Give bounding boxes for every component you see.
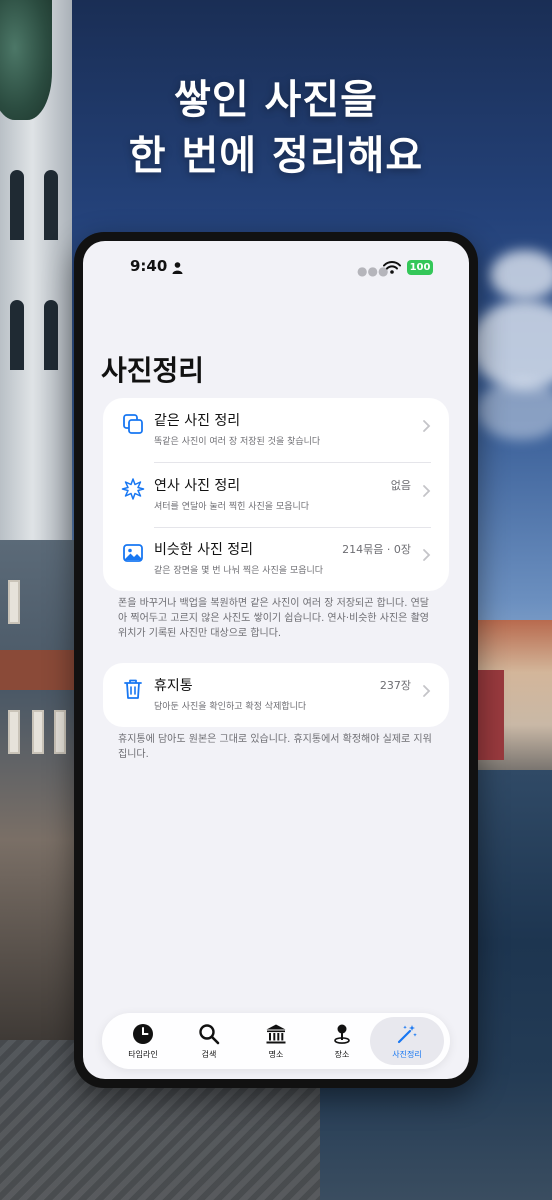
headline-line-2: 한 번에 정리해요 [128,133,424,179]
tab-search[interactable]: 검색 [176,1017,242,1065]
chevron-right-icon [423,685,431,697]
trash-icon [124,679,142,699]
burst-photos-icon [121,478,145,500]
tab-places[interactable]: 장소 [309,1017,375,1065]
cleanup-row-burst[interactable]: 연사 사진 정리 셔터를 연달아 눌러 찍힌 사진을 모읍니다 없음 [103,463,449,527]
cloud [490,250,552,300]
phone-screen: 9:40 ●●● 100 사진정리 같은 사진 정리 똑같은 사진이 여러 장 … [83,241,469,1079]
search-icon [199,1024,220,1045]
house-window [8,710,20,754]
tower-window [44,300,58,370]
row-meta: 237장 [379,679,411,692]
wifi-icon [383,261,401,274]
house-left [0,540,76,1040]
chevron-right-icon [423,485,431,497]
row-subtitle: 담아둔 사진을 확인하고 확정 삭제합니다 [154,702,307,712]
roof-left [0,650,76,690]
row-title: 연사 사진 정리 [154,478,241,494]
trash-row[interactable]: 휴지통 담아둔 사진을 확인하고 확정 삭제합니다 237장 [103,663,449,727]
row-subtitle: 똑같은 사진이 여러 장 저장된 것을 찾습니다 [154,437,321,447]
trash-card[interactable]: 휴지통 담아둔 사진을 확인하고 확정 삭제합니다 237장 [103,663,449,727]
row-meta: 214묶음 · 0장 [342,543,411,556]
town-red-building [478,670,504,760]
tab-timeline[interactable]: 타임라인 [110,1017,176,1065]
house-window [54,710,66,754]
tab-landmark[interactable]: 명소 [243,1017,309,1065]
phone-frame: 9:40 ●●● 100 사진정리 같은 사진 정리 똑같은 사진이 여러 장 … [74,232,478,1088]
house-window [8,580,20,624]
cleanup-footnote: 폰을 바꾸거나 백업을 복원하면 같은 사진이 여러 장 저장되곤 합니다. 연… [118,598,429,639]
headline: 쌓인 사진을 한 번에 정리해요 [0,72,552,184]
status-bar: 9:40 ●●● 100 [83,241,469,293]
cleanup-card: 같은 사진 정리 똑같은 사진이 여러 장 저장된 것을 찾습니다 연사 사진 … [103,398,449,591]
cleanup-row-duplicates[interactable]: 같은 사진 정리 똑같은 사진이 여러 장 저장된 것을 찾습니다 [103,398,449,462]
duplicate-photos-icon [123,414,143,434]
row-title: 비슷한 사진 정리 [154,542,254,558]
row-title: 휴지통 [154,678,193,694]
house-window [32,710,44,754]
row-subtitle: 셔터를 연달아 눌러 찍힌 사진을 모읍니다 [154,502,310,512]
status-time: 9:40 [130,257,168,275]
tab-bar: 타임라인 검색 명소 장소 사진정리 [102,1013,450,1069]
row-meta: 없음 [390,479,411,492]
tab-label: 타임라인 [128,1050,158,1059]
page-title: 사진정리 [101,354,205,387]
tab-label: 장소 [334,1050,350,1059]
row-subtitle: 같은 장면을 몇 번 나눠 찍은 사진을 모읍니다 [154,566,324,576]
tower-window [10,300,24,370]
chevron-right-icon [423,549,431,561]
tab-label: 검색 [201,1050,217,1059]
person-icon [172,262,183,274]
landmark-icon [266,1024,286,1044]
headline-line-1: 쌓인 사진을 [174,77,378,123]
clock-icon [133,1024,153,1044]
row-title: 같은 사진 정리 [154,413,241,429]
tab-photo-cleanup[interactable]: 사진정리 [370,1017,444,1065]
magic-wand-icon [397,1025,417,1044]
chevron-right-icon [423,420,431,432]
battery-icon: 100 [407,260,433,275]
similar-photos-icon [123,544,143,562]
tab-label: 사진정리 [392,1050,422,1059]
trash-footnote: 휴지통에 담아도 원본은 그대로 있습니다. 휴지통에서 확정해야 실제로 지워… [118,734,432,760]
tab-label: 명소 [268,1050,284,1059]
cleanup-row-similar[interactable]: 비슷한 사진 정리 같은 장면을 몇 번 나눠 찍은 사진을 모읍니다 214묶… [103,527,449,591]
location-pin-icon [334,1024,350,1044]
